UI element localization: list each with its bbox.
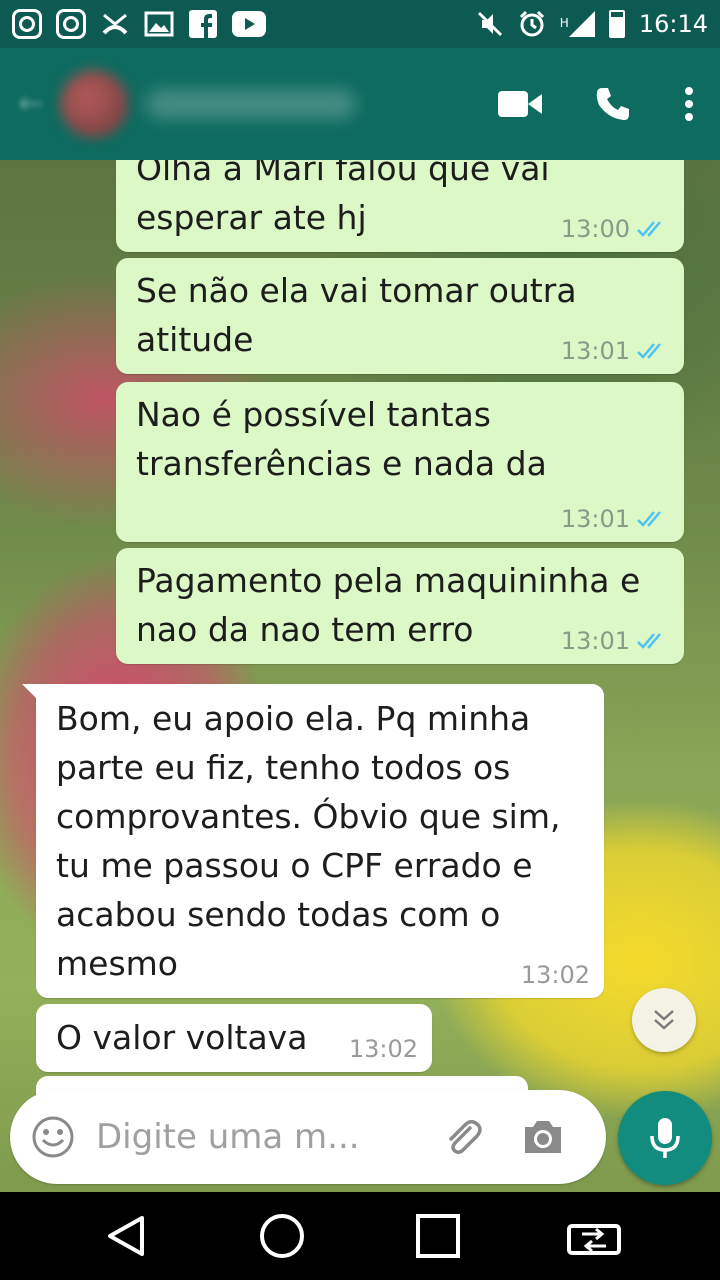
- read-receipt-icon: [637, 343, 661, 359]
- youtube-icon: [232, 11, 266, 37]
- signal-icon: [568, 11, 595, 37]
- rotate-icon: [567, 1224, 621, 1255]
- facebook-icon: [189, 10, 217, 38]
- double-chevron-down-icon: [654, 1010, 674, 1030]
- message-bubble-incoming[interactable]: Bom, eu apoio ela. Pq minha parte eu fiz…: [22, 684, 604, 998]
- message-text-partial: Olha a Mari falou que vai: [136, 160, 550, 188]
- message-input[interactable]: [96, 1117, 416, 1157]
- status-bar: H 16:14: [0, 0, 720, 48]
- microphone-icon: [650, 1118, 680, 1158]
- system-navigation-bar: [0, 1192, 720, 1280]
- message-time: 13:00: [560, 215, 630, 243]
- voice-message-button[interactable]: [618, 1091, 712, 1185]
- missed-call-icon: [102, 13, 128, 35]
- message-time: 13:01: [560, 627, 630, 655]
- message-time: 13:01: [560, 505, 630, 533]
- nav-recents-button[interactable]: [408, 1206, 468, 1266]
- message-text: Nao é possível tantas transferências e n…: [136, 395, 547, 483]
- message-bubble-incoming[interactable]: O valor voltava 13:02: [36, 1004, 432, 1072]
- network-type: H: [559, 16, 569, 30]
- nav-back-button[interactable]: [96, 1206, 156, 1266]
- paperclip-icon: [449, 1120, 482, 1155]
- recents-icon: [416, 1214, 460, 1258]
- home-icon: [260, 1214, 304, 1258]
- chat-header: ←: [0, 48, 720, 160]
- emoji-icon: [32, 1116, 74, 1158]
- emoji-button[interactable]: [30, 1114, 76, 1160]
- message-list[interactable]: Olha a Mari falou que vai esperar ate hj…: [0, 160, 720, 1192]
- battery-icon: [608, 10, 625, 38]
- nav-rotate-button[interactable]: [564, 1206, 624, 1266]
- message-bubble-outgoing[interactable]: Nao é possível tantas transferências e n…: [116, 382, 684, 542]
- contact-avatar[interactable]: [60, 70, 128, 138]
- more-options-icon[interactable]: [684, 86, 694, 122]
- message-time: 13:02: [520, 961, 590, 989]
- alarm-icon: [519, 10, 544, 37]
- message-time: 13:01: [560, 337, 630, 365]
- nav-home-button[interactable]: [252, 1206, 312, 1266]
- message-time: 13:02: [348, 1035, 418, 1063]
- instagram-icon: [12, 9, 42, 39]
- read-receipt-icon: [637, 511, 661, 527]
- video-call-icon[interactable]: [498, 91, 542, 117]
- read-receipt-icon: [637, 221, 661, 237]
- voice-call-icon[interactable]: [594, 85, 632, 123]
- status-time: 16:14: [638, 10, 708, 38]
- message-composer: [10, 1090, 606, 1184]
- contact-name[interactable]: [146, 89, 356, 119]
- scroll-to-bottom-button[interactable]: [632, 988, 696, 1052]
- back-icon: [108, 1216, 144, 1256]
- message-bubble-outgoing[interactable]: Se não ela vai tomar outra atitude 13:01: [116, 258, 684, 374]
- message-bubble-outgoing[interactable]: Pagamento pela maquininha e nao da nao t…: [116, 548, 684, 664]
- camera-button[interactable]: [520, 1114, 566, 1160]
- message-text: Bom, eu apoio ela. Pq minha parte eu fiz…: [56, 699, 561, 983]
- back-arrow-icon[interactable]: ←: [18, 89, 46, 119]
- message-bubble-outgoing[interactable]: Olha a Mari falou que vai esperar ate hj…: [116, 160, 684, 252]
- bubble-tail: [22, 684, 40, 702]
- mute-icon: [477, 11, 502, 37]
- instagram-icon: [56, 9, 86, 39]
- camera-icon: [525, 1121, 561, 1153]
- attach-button[interactable]: [440, 1114, 486, 1160]
- read-receipt-icon: [637, 633, 661, 649]
- gallery-icon: [144, 11, 174, 37]
